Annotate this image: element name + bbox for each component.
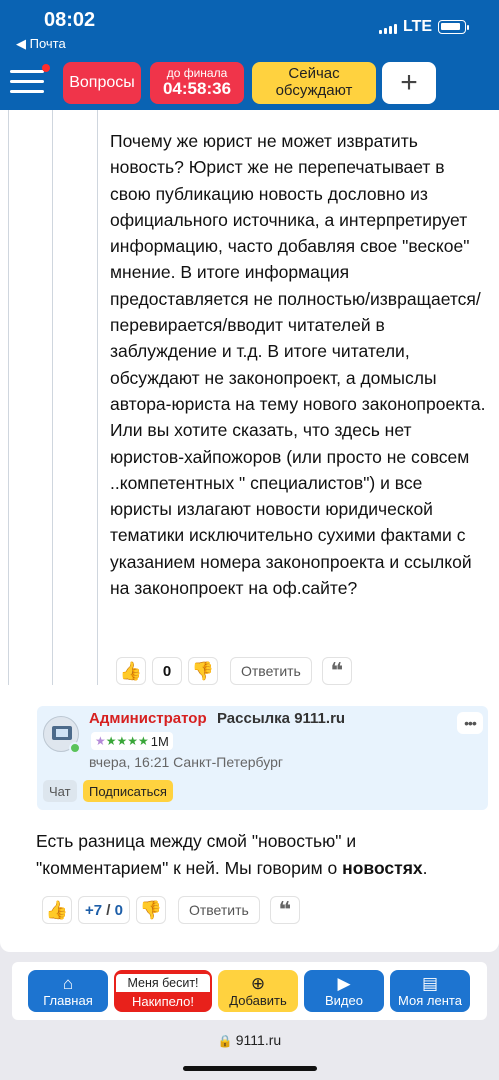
chat-button[interactable]: Чат (43, 780, 77, 802)
subscribe-button[interactable]: Подписаться (83, 780, 173, 802)
add-button[interactable]: + (382, 62, 436, 104)
quote-icon[interactable]: ❝ (269, 896, 300, 924)
browser-url-bar: 🔒 9111.ru (0, 1022, 499, 1080)
reply-actions: 👍 +7 / 0 👎 Ответить ❝ (42, 896, 300, 924)
reply-button[interactable]: Ответить (177, 896, 260, 924)
plus-circle-icon: ⊕ (250, 973, 266, 993)
menu-button[interactable] (10, 64, 50, 96)
now-discussing-button[interactable]: Сейчас обсуждают (252, 62, 376, 104)
comments-card: Почему же юрист не может извратить новос… (0, 110, 499, 952)
bottom-tab-bar: ⌂ Главная Меня бесит! Накипело! ⊕ Добави… (12, 962, 487, 1020)
rating-count: 0 (152, 657, 182, 685)
status-bar: 08:02 ◀ Почта LTE (0, 0, 499, 58)
comment-text: Почему же юрист не может извратить новос… (110, 131, 486, 599)
rank-value: 1M (150, 733, 169, 749)
timer-caption: до финала (166, 66, 228, 80)
tab-home[interactable]: ⌂ Главная (28, 970, 108, 1012)
top-nav: Вопросы до финала 04:58:36 Сейчас обсужд… (0, 58, 499, 110)
dislike-icon[interactable]: 👎 (135, 896, 166, 924)
thread-line (97, 110, 98, 685)
tab-add[interactable]: ⊕ Добавить (218, 970, 298, 1012)
tab-annoyed[interactable]: Меня бесит! Накипело! (114, 970, 212, 1012)
notification-dot (42, 64, 50, 72)
home-indicator (183, 1066, 317, 1071)
author-rank-badge: ★ ★★★★ 1M (91, 732, 173, 750)
star-icon: ★ (95, 734, 106, 748)
final-timer-button[interactable]: до финала 04:58:36 (150, 62, 244, 104)
signal-icon (379, 24, 397, 34)
thread-line (8, 110, 9, 685)
clock: 08:02 (44, 9, 96, 31)
timer-value: 04:58:36 (162, 78, 232, 98)
battery-icon (438, 20, 469, 34)
thread-line (52, 110, 53, 685)
questions-button[interactable]: Вопросы (63, 62, 141, 104)
author-role[interactable]: Администратор (89, 710, 207, 727)
author-name[interactable]: Рассылка 9111.ru (217, 710, 345, 727)
reply-button[interactable]: Ответить (230, 657, 312, 685)
comment-actions: 👍 0 👎 Ответить ❝ (116, 657, 352, 685)
url-field[interactable]: 🔒 9111.ru (0, 1032, 499, 1048)
feed-icon: ▤ (421, 973, 439, 993)
like-icon[interactable]: 👍 (42, 896, 72, 924)
play-icon: ▶ (337, 973, 351, 993)
reply-comment-text: Есть разница между смой "новостью" и "ко… (36, 831, 428, 878)
home-icon: ⌂ (62, 973, 74, 993)
like-icon[interactable]: 👍 (116, 657, 146, 685)
comment-meta: вчера, 16:21 Санкт-Петербург (89, 754, 283, 770)
star-icon: ★★★★ (105, 734, 149, 748)
network-type: LTE (403, 18, 433, 35)
author-header: Администратор Рассылка 9111.ru ••• ★ ★★★… (37, 706, 488, 810)
tab-video[interactable]: ▶ Видео (304, 970, 384, 1012)
quote-icon[interactable]: ❝ (321, 657, 352, 685)
rating-count: +7 / 0 (78, 896, 130, 924)
lock-icon: 🔒 (217, 1034, 233, 1048)
dislike-icon[interactable]: 👎 (188, 657, 218, 685)
more-options-button[interactable]: ••• (457, 712, 483, 734)
back-to-mail-link[interactable]: ◀ Почта (16, 36, 66, 52)
online-indicator (69, 742, 81, 754)
tab-my-feed[interactable]: ▤ Моя лента (390, 970, 470, 1012)
